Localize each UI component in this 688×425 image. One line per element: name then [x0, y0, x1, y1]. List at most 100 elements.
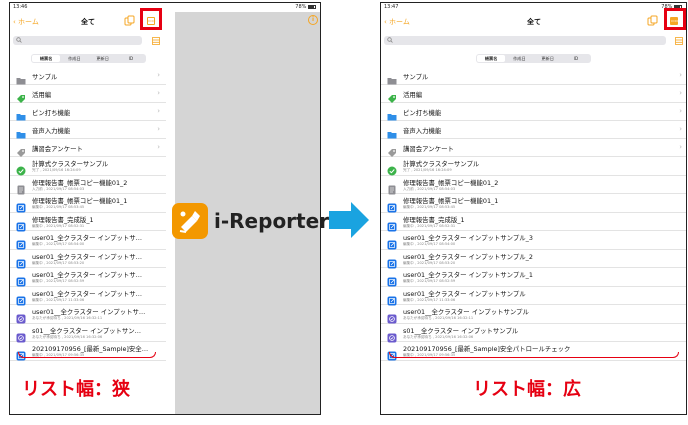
report-name: 計算式クラスターサンプル: [32, 160, 109, 168]
chevron-right-icon: ›: [157, 143, 160, 151]
sort-by-name[interactable]: 帳票名: [32, 55, 61, 62]
folder-icon-gray: [387, 71, 397, 85]
edit-doc-icon: [387, 235, 397, 250]
folder-label: ピン打ち機能: [32, 109, 71, 117]
chevron-right-icon: ›: [679, 125, 682, 133]
width-bracket: [18, 352, 156, 358]
folder-label: サンプル: [403, 73, 429, 81]
report-row[interactable]: user01__全クラスター インプットサ… あなたが承認待ち , 2021/09…: [10, 305, 166, 324]
report-name: s01__全クラスター インプットサンプル: [403, 326, 519, 335]
edit-doc-icon: [16, 291, 26, 305]
report-status: 編集中 , 2021/09/17 08:52:59: [403, 279, 456, 283]
chevron-right-icon: ›: [679, 107, 682, 115]
gray-doc-icon: [387, 180, 397, 194]
sort-segmented-control[interactable]: 帳票名 作成日 更新日 ID: [31, 54, 146, 63]
report-row[interactable]: user01_全クラスター インプットサンプル 編集中 , 2021/09/17 …: [381, 287, 686, 305]
report-row[interactable]: s01__全クラスター インプットサンプル あなたが承認待ち , 2021/09/…: [381, 324, 686, 342]
sort-by-updated[interactable]: 更新日: [534, 55, 562, 62]
sort-by-updated[interactable]: 更新日: [89, 55, 117, 62]
report-row[interactable]: 修理報告書_完成版_1 編集中 , 2021/09/17 08:52:31: [10, 213, 166, 231]
report-status: あなたが承認待ち , 2021/09/16 16:32:11: [403, 316, 474, 320]
report-row[interactable]: 修理報告書_帳票コピー機能01_2 入力前 , 2021/09/17 08:54:…: [381, 176, 686, 194]
tag-icon-gray: [16, 143, 26, 157]
sort-by-id[interactable]: ID: [562, 55, 590, 62]
report-row[interactable]: 計算式クラスターサンプル 完了 , 2021/09/16 16:24:09: [10, 157, 166, 176]
sort-segmented-control[interactable]: 帳票名 作成日 更新日 ID: [476, 54, 591, 63]
folder-icon-gray: [16, 71, 26, 85]
sort-by-created[interactable]: 作成日: [505, 55, 533, 62]
page-title: 全て: [81, 18, 95, 26]
report-name: user01_全クラスター インプットサ…: [32, 271, 143, 279]
report-row[interactable]: user01_全クラスター インプットサ… 編集中 , 2021/09/17 08…: [10, 231, 166, 250]
battery-icon: [308, 4, 316, 9]
folder-row[interactable]: 講習会アンケート ›: [381, 139, 686, 157]
search-input[interactable]: [384, 36, 666, 45]
folder-row[interactable]: ピン打ち機能 ›: [381, 103, 686, 121]
report-status: 編集中 , 2021/09/17 08:52:31: [32, 223, 85, 228]
report-name: 修理報告書_帳票コピー機能01_1: [32, 197, 128, 205]
search-input[interactable]: [13, 36, 142, 45]
sort-by-created[interactable]: 作成日: [60, 55, 88, 62]
report-name: 修理報告書_帳票コピー機能01_2: [403, 178, 499, 187]
tree-view-icon[interactable]: [675, 37, 683, 45]
report-status: 編集中 , 2021/09/17 08:52:59: [32, 279, 85, 283]
back-button[interactable]: ‹ ホーム: [384, 17, 410, 27]
report-row[interactable]: 修理報告書_完成版_1 編集中 , 2021/09/17 08:52:31: [381, 213, 686, 231]
report-status: 完了 , 2021/09/16 16:24:09: [32, 168, 81, 172]
report-status: 編集中 , 2021/09/17 11:33:06: [32, 297, 85, 302]
status-time: 13:47: [384, 4, 399, 10]
chevron-right-icon: ›: [679, 89, 682, 97]
folder-row[interactable]: 活用編 ›: [10, 85, 166, 103]
chevron-right-icon: ›: [679, 143, 682, 151]
report-row[interactable]: user01_全クラスター インプットサ… 編集中 , 2021/09/17 08…: [10, 250, 166, 268]
report-row[interactable]: 修理報告書_帳票コピー機能01_2 入力前 , 2021/09/17 08:54:…: [10, 176, 166, 194]
folder-row[interactable]: 活用編 ›: [381, 85, 686, 103]
right-arrow-icon: [329, 202, 369, 238]
battery-indicator: 78%: [295, 4, 316, 10]
tag-icon-green: [16, 89, 26, 103]
sort-by-id[interactable]: ID: [117, 55, 145, 62]
edit-doc-icon: [387, 198, 397, 213]
report-row[interactable]: 修理報告書_帳票コピー機能01_1 編集中 , 2021/09/17 08:53:…: [10, 194, 166, 213]
report-row[interactable]: user01_全クラスター インプットサ… 編集中 , 2021/09/17 11…: [10, 287, 166, 305]
report-status: あなたが承認待ち , 2021/09/16 16:32:06: [403, 334, 474, 339]
folder-icon-blue: [16, 107, 26, 121]
report-row[interactable]: 修理報告書_帳票コピー機能01_1 編集中 , 2021/09/17 08:53:…: [381, 194, 686, 213]
folder-row[interactable]: 音声入力機能 ›: [10, 121, 166, 139]
folder-label: 活用編: [32, 91, 52, 99]
report-status: 編集中 , 2021/09/17 08:53:20: [32, 260, 85, 265]
report-name: user01__全クラスター インプットサ…: [32, 308, 146, 316]
logo-icon: [172, 203, 208, 239]
folder-row[interactable]: 音声入力機能 ›: [381, 121, 686, 139]
report-name: user01_全クラスター インプットサンプル_3: [403, 234, 533, 242]
folder-row[interactable]: 講習会アンケート ›: [10, 139, 166, 157]
folder-label: 音声入力機能: [32, 127, 71, 135]
chevron-right-icon: ›: [679, 71, 682, 79]
folder-row[interactable]: サンプル ›: [10, 67, 166, 85]
edit-doc-icon: [16, 272, 26, 287]
folder-row[interactable]: サンプル ›: [381, 67, 686, 85]
copy-icon[interactable]: [124, 15, 136, 27]
report-name: user01_全クラスター インプットサ…: [32, 252, 143, 261]
folder-label: 講習会アンケート: [403, 145, 454, 153]
report-row[interactable]: user01_全クラスター インプットサンプル_2 編集中 , 2021/09/1…: [381, 250, 686, 268]
sort-by-name[interactable]: 帳票名: [477, 55, 506, 62]
report-row[interactable]: user01_全クラスター インプットサンプル_3 編集中 , 2021/09/1…: [381, 231, 686, 250]
report-row[interactable]: user01_全クラスター インプットサ… 編集中 , 2021/09/17 08…: [10, 268, 166, 287]
chevron-right-icon: ›: [157, 107, 160, 115]
info-icon[interactable]: i: [308, 15, 318, 25]
report-row[interactable]: 計算式クラスターサンプル 完了 , 2021/09/16 16:24:09: [381, 157, 686, 176]
tag-icon-gray: [387, 143, 397, 157]
tree-view-icon[interactable]: [152, 37, 160, 45]
document-list: サンプル › 活用編 › ピン打ち機能 › 音声入力機能 › 講習会アンケート › 計算式クラスター…: [381, 67, 686, 361]
tag-icon-green: [387, 89, 397, 103]
report-row[interactable]: s01__全クラスター インプットサン… あなたが承認待ち , 2021/09/1…: [10, 324, 166, 342]
copy-icon[interactable]: [647, 15, 659, 27]
back-button[interactable]: ‹ ホーム: [13, 17, 39, 27]
folder-row[interactable]: ピン打ち機能 ›: [10, 103, 166, 121]
highlight-box: [140, 8, 162, 30]
report-row[interactable]: user01_全クラスター インプットサンプル_1 編集中 , 2021/09/1…: [381, 268, 686, 287]
page-title: 全て: [527, 18, 541, 26]
report-row[interactable]: user01__全クラスター インプットサンプル あなたが承認待ち , 2021/…: [381, 305, 686, 324]
edit-doc-icon: [16, 254, 26, 268]
